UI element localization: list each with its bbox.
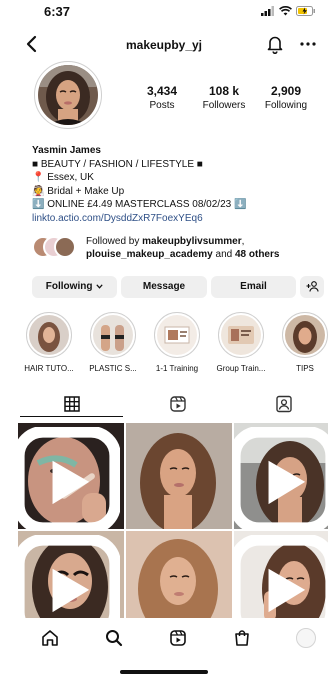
story-highlights: HAIR TUTO... PLASTIC S... 1-1 Training G…: [22, 312, 328, 378]
highlight-cover: [29, 315, 69, 355]
stat-value: 3,434: [146, 84, 178, 98]
bottom-navigation: [0, 618, 328, 660]
highlight-ring: [282, 312, 328, 358]
highlight-item[interactable]: TIPS: [278, 312, 328, 373]
post-thumbnail[interactable]: [18, 423, 124, 529]
reels-nav-icon[interactable]: [168, 628, 188, 648]
content-tabs: [20, 394, 328, 420]
profile-header: makeupby_yj: [0, 30, 328, 60]
highlight-label: HAIR TUTO...: [24, 364, 74, 373]
ellipsis-icon: [300, 42, 316, 46]
more-options-icon[interactable]: [298, 34, 318, 54]
stat-label: Posts: [149, 100, 175, 111]
message-button[interactable]: Message: [121, 276, 207, 298]
profile-nav-avatar[interactable]: [296, 628, 316, 648]
reel-badge-icon: [234, 535, 328, 618]
post-thumbnail[interactable]: [126, 531, 232, 618]
followed-prefix: Followed by: [86, 236, 143, 247]
tagged-icon[interactable]: [274, 394, 294, 414]
followed-by-text: Followed by makeupbylivsummer, plouise_ma…: [86, 235, 326, 261]
highlight-label: Group Train...: [216, 364, 266, 373]
highlight-ring: [218, 312, 264, 358]
highlight-label: 1-1 Training: [155, 364, 199, 373]
reel-badge-icon: [18, 535, 120, 618]
highlight-cover: [93, 315, 133, 355]
bio-line: 👰 Bridal + Make Up: [32, 185, 125, 197]
profile-name: Yasmin James: [32, 145, 101, 156]
stat-followers[interactable]: 108 k Followers: [194, 84, 254, 111]
profile-bio: Yasmin James ■ BEAUTY / FASHION / LIFEST…: [32, 144, 322, 225]
grid-icon[interactable]: [62, 394, 82, 414]
reel-badge-icon: [234, 427, 328, 529]
reels-icon[interactable]: [168, 394, 188, 414]
highlight-cover: [285, 315, 325, 355]
followed-separator: ,: [241, 236, 245, 247]
followed-user[interactable]: makeupbylivsummer: [142, 236, 242, 247]
profile-actions: Following Message Email: [32, 276, 324, 298]
status-bar: 6:37: [0, 0, 328, 24]
profile-stats: 3,434 Posts 108 k Followers 2,909 Follow…: [132, 84, 316, 111]
highlight-item[interactable]: HAIR TUTO...: [22, 312, 76, 373]
post-thumbnail[interactable]: [234, 531, 328, 618]
stat-value: 2,909: [270, 84, 302, 98]
post-grid: [18, 423, 328, 618]
followed-by[interactable]: Followed by makeupbylivsummer, plouise_ma…: [32, 234, 322, 262]
add-friend-button[interactable]: [300, 276, 324, 298]
stat-posts[interactable]: 3,434 Posts: [132, 84, 192, 111]
add-person-icon: [306, 281, 319, 292]
search-icon[interactable]: [104, 628, 124, 648]
followed-and: and: [212, 249, 235, 260]
reel-badge-icon: [18, 427, 120, 529]
home-indicator: [120, 670, 208, 674]
followed-by-avatars: [32, 236, 78, 260]
following-button[interactable]: Following: [32, 276, 117, 298]
followed-user[interactable]: plouise_makeup_academy: [86, 249, 213, 260]
signal-icon: [261, 6, 274, 16]
followed-others[interactable]: 48 others: [235, 249, 279, 260]
battery-icon: [296, 6, 315, 16]
bio-line: 📍 Essex, UK: [32, 172, 94, 183]
bio-line: ⬇️ ONLINE £4.49 MASTERCLASS 08/02/23 ⬇️: [32, 199, 247, 210]
notification-bell-icon[interactable]: [266, 34, 284, 54]
highlight-label: TIPS: [296, 364, 314, 373]
email-button[interactable]: Email: [211, 276, 296, 298]
highlight-item[interactable]: PLASTIC S...: [86, 312, 140, 373]
post-thumbnail[interactable]: [126, 423, 232, 529]
highlight-ring: [154, 312, 200, 358]
follower-avatar: [54, 236, 76, 258]
wifi-icon: [279, 6, 292, 16]
highlight-label: PLASTIC S...: [89, 364, 137, 373]
profile-avatar[interactable]: [38, 65, 98, 125]
post-thumbnail[interactable]: [234, 423, 328, 529]
highlight-cover: [157, 315, 197, 355]
highlight-ring: [26, 312, 72, 358]
highlight-ring: [90, 312, 136, 358]
stat-following[interactable]: 2,909 Following: [256, 84, 316, 111]
bio-line: ■ BEAUTY / FASHION / LIFESTYLE ■: [32, 158, 203, 170]
highlight-cover: [221, 315, 261, 355]
status-time: 6:37: [44, 4, 71, 19]
home-icon[interactable]: [40, 628, 60, 648]
highlight-item[interactable]: Group Train...: [214, 312, 268, 373]
post-thumbnail[interactable]: [18, 531, 124, 618]
following-label: Following: [45, 281, 93, 292]
chevron-down-icon: [96, 284, 103, 289]
highlight-item[interactable]: 1-1 Training: [150, 312, 204, 373]
active-tab-indicator: [20, 416, 123, 417]
stat-value: 108 k: [208, 84, 240, 98]
stat-label: Followers: [202, 100, 246, 111]
bio-link[interactable]: linkto.actio.com/DysddZxR7FoexYEq6: [32, 212, 322, 226]
stat-label: Following: [264, 100, 308, 111]
status-icons: [261, 6, 316, 16]
shop-icon[interactable]: [232, 628, 252, 648]
